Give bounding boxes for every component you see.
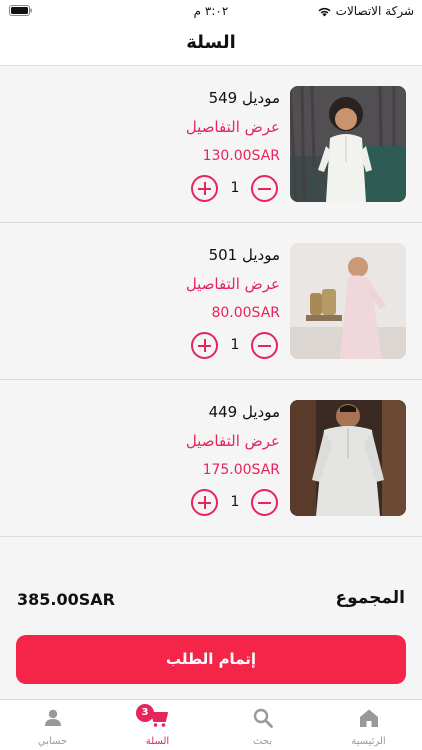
tab-label: حسابي <box>37 736 68 747</box>
view-details-link[interactable]: عرض التفاصيل <box>80 426 280 456</box>
nav-bar: السلة <box>0 22 422 66</box>
tab-label: بحث <box>252 736 273 747</box>
product-name: موديل 501 <box>208 246 280 264</box>
total-label: المجموع <box>335 588 405 608</box>
product-photo-white-thobe <box>290 400 406 516</box>
carrier-group: شركة الاتصالات <box>317 4 414 18</box>
page-title: السلة <box>186 32 236 53</box>
tab-home[interactable]: الرئيسية <box>316 700 421 750</box>
status-bar: ٣:٠٢ م شركة الاتصالات <box>0 0 422 22</box>
cart-item: موديل 501 عرض التفاصيل 80.00SAR 1 <box>0 223 422 380</box>
view-details-link[interactable]: عرض التفاصيل <box>80 112 280 142</box>
total-value: 385.00SAR <box>17 590 115 609</box>
quantity-value: 1 <box>230 180 240 196</box>
product-image[interactable] <box>290 400 406 516</box>
wifi-icon <box>318 7 331 16</box>
product-price: 130.00SAR <box>202 148 280 164</box>
product-photo-child-thobe <box>290 86 406 202</box>
tab-cart[interactable]: 3 السلة <box>105 700 210 750</box>
cart-count-badge: 3 <box>136 704 154 722</box>
tab-search[interactable]: بحث <box>210 700 315 750</box>
tab-label: السلة <box>145 736 170 747</box>
item-info: موديل 501 عرض التفاصيل 80.00SAR <box>80 243 280 325</box>
quantity-stepper: 1 <box>176 488 280 518</box>
view-details-link[interactable]: عرض التفاصيل <box>80 269 280 299</box>
item-info: موديل 449 عرض التفاصيل 175.00SAR <box>80 400 280 482</box>
product-price: 80.00SAR <box>211 305 280 321</box>
increase-quantity-button[interactable] <box>191 489 218 516</box>
checkout-button[interactable]: إتمام الطلب <box>16 635 406 684</box>
product-photo-pink-thobe <box>290 243 406 359</box>
cart-item: موديل 449 عرض التفاصيل 175.00SAR 1 <box>0 380 422 537</box>
tab-label: الرئيسية <box>351 736 386 747</box>
decrease-quantity-button[interactable] <box>251 489 278 516</box>
carrier-name: شركة الاتصالات <box>335 4 414 18</box>
search-icon <box>253 708 273 728</box>
decrease-quantity-button[interactable] <box>251 332 278 359</box>
product-image[interactable] <box>290 86 406 202</box>
tab-profile[interactable]: حسابي <box>0 700 105 750</box>
quantity-stepper: 1 <box>176 331 280 361</box>
item-info: موديل 549 عرض التفاصيل 130.00SAR <box>80 86 280 168</box>
quantity-value: 1 <box>230 494 240 510</box>
product-price: 175.00SAR <box>202 462 280 478</box>
quantity-value: 1 <box>230 337 240 353</box>
product-name: موديل 549 <box>208 89 280 107</box>
decrease-quantity-button[interactable] <box>251 175 278 202</box>
product-name: موديل 449 <box>208 403 280 421</box>
increase-quantity-button[interactable] <box>191 332 218 359</box>
cart-list: موديل 549 عرض التفاصيل 130.00SAR 1 موديل… <box>0 66 422 537</box>
increase-quantity-button[interactable] <box>191 175 218 202</box>
tab-bar: حسابي 3 السلة بحث الرئيسية <box>0 699 422 750</box>
quantity-stepper: 1 <box>176 174 280 204</box>
product-image[interactable] <box>290 243 406 359</box>
home-icon <box>359 709 378 727</box>
cart-item: موديل 549 عرض التفاصيل 130.00SAR 1 <box>0 66 422 223</box>
total-row: المجموع 385.00SAR <box>0 588 422 614</box>
person-icon <box>44 709 61 726</box>
